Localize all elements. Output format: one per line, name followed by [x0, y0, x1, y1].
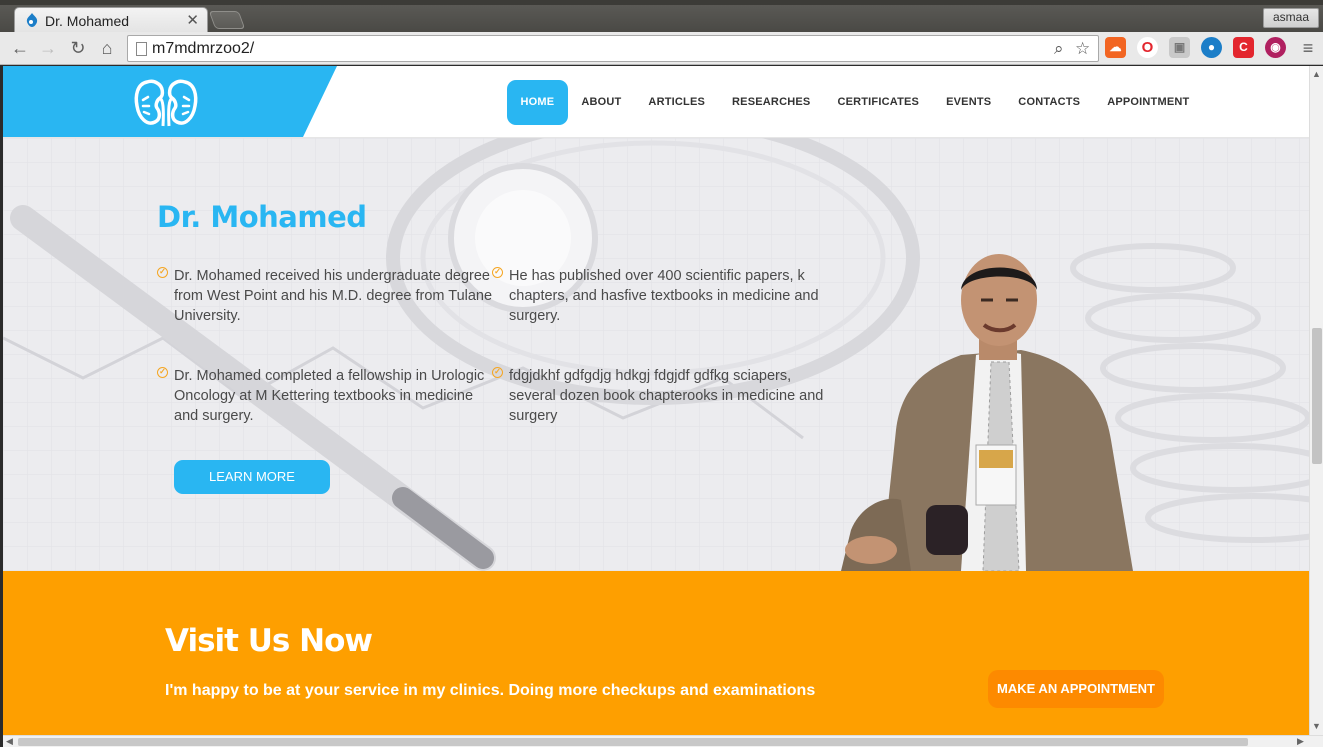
kidney-logo-icon	[134, 79, 198, 127]
nav-certificates[interactable]: CERTIFICATES	[824, 80, 933, 125]
learn-more-button[interactable]: LEARN MORE	[174, 460, 330, 494]
tab-close-icon[interactable]: ✕	[186, 11, 199, 29]
scroll-up-arrow-icon[interactable]: ▲	[1312, 69, 1321, 79]
url-text[interactable]: m7mdmrzoo2/	[152, 40, 254, 58]
tab-strip: Dr. Mohamed ✕ asmaa	[0, 5, 1323, 32]
check-circle-icon: ✓	[157, 267, 168, 278]
tab-title: Dr. Mohamed	[45, 13, 130, 29]
main-nav: HOME ABOUT ARTICLES RESEARCHES CERTIFICA…	[507, 80, 1203, 125]
bullet-text: Dr. Mohamed received his undergraduate d…	[174, 268, 493, 324]
hero-title: Dr. Mohamed	[157, 200, 367, 234]
check-circle-icon: ✓	[157, 367, 168, 378]
back-arrow-icon[interactable]: ←	[10, 38, 30, 58]
hero-bullet-4: ✓ fdgjdkhf gdfgdjg hdkgj fdgjdf gdfkg sc…	[492, 366, 829, 426]
nav-about[interactable]: ABOUT	[568, 80, 635, 125]
camera-icon[interactable]: ◉	[1265, 37, 1286, 58]
zoom-search-icon[interactable]: ⌕	[1054, 39, 1064, 59]
make-appointment-button[interactable]: MAKE AN APPOINTMENT	[988, 670, 1164, 708]
horizontal-scrollbar[interactable]: ◀ ▶	[3, 735, 1323, 747]
cta-title: Visit Us Now	[165, 623, 373, 659]
menu-hamburger-icon[interactable]: ≡	[1298, 38, 1318, 58]
new-tab-button[interactable]	[208, 11, 246, 29]
scroll-left-arrow-icon[interactable]: ◀	[6, 736, 13, 747]
drupal-favicon-icon	[26, 13, 38, 27]
visit-us-section: Visit Us Now I'm happy to be at your ser…	[3, 571, 1309, 735]
browser-toolbar: ← → ↻ ⌂ m7mdmrzoo2/ ⌕ ☆ ☁ O ▣ ● C ◉ ≡	[0, 32, 1323, 65]
drupal-icon[interactable]: ●	[1201, 37, 1222, 58]
shield-icon[interactable]: C	[1233, 37, 1254, 58]
bullet-text: Dr. Mohamed completed a fellowship in Ur…	[174, 368, 485, 424]
vertical-scroll-thumb[interactable]	[1312, 328, 1322, 464]
bookmark-star-icon[interactable]: ☆	[1075, 39, 1090, 59]
bullet-text: He has published over 400 scientific pap…	[509, 268, 819, 324]
nav-contacts[interactable]: CONTACTS	[1005, 80, 1094, 125]
profile-user-badge[interactable]: asmaa	[1262, 8, 1319, 28]
vertical-scrollbar[interactable]: ▲ ▼	[1309, 66, 1323, 735]
scroll-down-arrow-icon[interactable]: ▼	[1312, 721, 1321, 731]
page-viewport: HOME ABOUT ARTICLES RESEARCHES CERTIFICA…	[3, 66, 1309, 735]
nav-articles[interactable]: ARTICLES	[635, 80, 719, 125]
opera-icon[interactable]: O	[1137, 37, 1158, 58]
page-icon	[136, 42, 147, 56]
reload-icon[interactable]: ↻	[68, 38, 88, 58]
check-circle-icon: ✓	[492, 367, 503, 378]
nav-researches[interactable]: RESEARCHES	[719, 80, 824, 125]
hero-bullet-1: ✓ Dr. Mohamed received his undergraduate…	[157, 266, 494, 326]
hero-bullet-2: ✓ He has published over 400 scientific p…	[492, 266, 829, 326]
scroll-right-arrow-icon[interactable]: ▶	[1297, 736, 1304, 747]
bullet-text: fdgjdkhf gdfgdjg hdkgj fdgjdf gdfkg scia…	[509, 368, 824, 424]
doctor-portrait-image	[841, 254, 1133, 571]
check-circle-icon: ✓	[492, 267, 503, 278]
hero-section: Dr. Mohamed ✓ Dr. Mohamed received his u…	[3, 138, 1309, 571]
nav-home[interactable]: HOME	[507, 80, 568, 125]
address-bar[interactable]: m7mdmrzoo2/ ⌕ ☆	[127, 35, 1099, 62]
cta-text: I'm happy to be at your service in my cl…	[165, 682, 816, 699]
hero-bullet-3: ✓ Dr. Mohamed completed a fellowship in …	[157, 366, 494, 426]
home-icon[interactable]: ⌂	[97, 38, 117, 58]
cube-icon[interactable]: ▣	[1169, 37, 1190, 58]
site-header: HOME ABOUT ARTICLES RESEARCHES CERTIFICA…	[3, 66, 1309, 138]
nav-appointment[interactable]: APPOINTMENT	[1094, 80, 1203, 125]
forward-arrow-icon[interactable]: →	[38, 38, 58, 58]
horizontal-scroll-thumb[interactable]	[18, 738, 1248, 746]
browser-tab[interactable]: Dr. Mohamed ✕	[14, 7, 208, 32]
soundcloud-icon[interactable]: ☁	[1105, 37, 1126, 58]
logo-block[interactable]	[3, 66, 337, 137]
nav-events[interactable]: EVENTS	[933, 80, 1005, 125]
